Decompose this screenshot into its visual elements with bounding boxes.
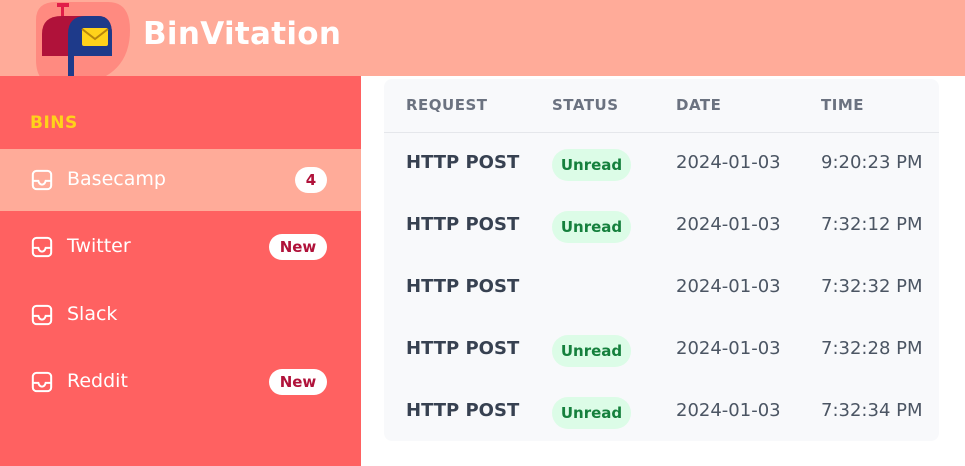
sidebar-item-label: Reddit [67,370,128,392]
request-date: 2024-01-03 [676,276,781,297]
request-method: HTTP POST [406,152,520,173]
column-header-request: REQUEST [406,96,488,114]
table-row[interactable]: HTTP POST 2024-01-03 7:32:32 PM [384,257,939,319]
count-badge: 4 [295,167,327,193]
status-badge: Unread [552,397,631,429]
request-time: 7:32:12 PM [821,214,923,235]
table-row[interactable]: HTTP POST Unread 2024-01-03 7:32:12 PM [384,195,939,257]
request-method: HTTP POST [406,338,520,359]
request-date: 2024-01-03 [676,400,781,421]
status-badge: Unread [552,149,631,181]
request-date: 2024-01-03 [676,214,781,235]
status-badge: Unread [552,211,631,243]
inbox-icon [31,236,53,258]
table-row[interactable]: HTTP POST Unread 2024-01-03 7:32:28 PM [384,319,939,381]
request-date: 2024-01-03 [676,338,781,359]
app-title: BinVitation [143,16,342,52]
inbox-icon [31,371,53,393]
sidebar-heading: BINS [30,113,78,133]
request-method: HTTP POST [406,400,520,421]
sidebar: BINS Basecamp 4 Twitter New Slack Reddit… [0,76,361,466]
inbox-icon [31,304,53,326]
sidebar-item-label: Slack [67,303,118,325]
request-method: HTTP POST [406,214,520,235]
sidebar-item-twitter[interactable]: Twitter New [0,216,361,278]
inbox-icon [31,169,53,191]
column-header-status: STATUS [552,96,619,114]
request-time: 7:32:34 PM [821,400,923,421]
sidebar-item-basecamp[interactable]: Basecamp 4 [0,149,361,211]
sidebar-item-reddit[interactable]: Reddit New [0,351,361,413]
request-time: 9:20:23 PM [821,152,923,173]
new-badge: New [269,369,327,395]
column-header-date: DATE [676,96,722,114]
column-header-time: TIME [821,96,864,114]
request-time: 7:32:32 PM [821,276,923,297]
request-time: 7:32:28 PM [821,338,923,359]
request-method: HTTP POST [406,276,520,297]
table-row[interactable]: HTTP POST Unread 2024-01-03 9:20:23 PM [384,133,939,195]
app-header: BinVitation [0,0,965,89]
requests-table: REQUEST STATUS DATE TIME HTTP POST Unrea… [384,79,939,441]
request-date: 2024-01-03 [676,152,781,173]
sidebar-item-label: Twitter [67,235,131,257]
new-badge: New [269,234,327,260]
status-badge: Unread [552,335,631,367]
sidebar-item-label: Basecamp [67,168,166,190]
table-row[interactable]: HTTP POST Unread 2024-01-03 7:32:34 PM [384,381,939,443]
sidebar-item-slack[interactable]: Slack [0,284,361,346]
